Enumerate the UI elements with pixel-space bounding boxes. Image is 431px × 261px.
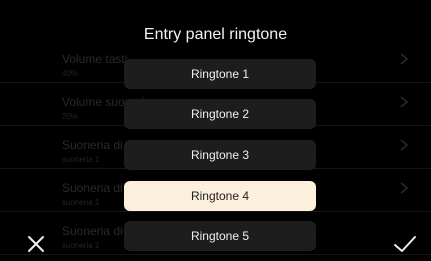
settings-row-value: 40% xyxy=(62,69,79,78)
chevron-right-icon xyxy=(400,139,409,151)
chevron-right-icon xyxy=(400,96,409,108)
settings-row-value: suoneria 1 xyxy=(62,198,100,207)
chevron-right-icon xyxy=(400,53,409,65)
check-icon[interactable] xyxy=(393,234,417,254)
ringtone-selection-screen: Volume tasti 40% Volume suoneria 20% Suo… xyxy=(0,0,431,261)
close-icon[interactable] xyxy=(27,235,45,253)
settings-row-title: Volume tasti xyxy=(62,52,128,66)
settings-row-title: Suoneria di xyxy=(62,224,123,238)
ringtone-option-2[interactable]: Ringtone 2 xyxy=(124,99,316,129)
settings-row-value: suoneria 1 xyxy=(62,241,100,250)
ringtone-option-4-selected[interactable]: Ringtone 4 xyxy=(124,181,316,211)
dialog-title: Entry panel ringtone xyxy=(143,26,288,43)
ringtone-option-3[interactable]: Ringtone 3 xyxy=(124,140,316,170)
settings-row-value: 20% xyxy=(62,112,79,121)
ringtone-option-1[interactable]: Ringtone 1 xyxy=(124,59,316,89)
ringtone-option-5[interactable]: Ringtone 5 xyxy=(124,221,316,251)
settings-row-value: suoneria 1 xyxy=(62,155,100,164)
chevron-right-icon xyxy=(400,182,409,194)
